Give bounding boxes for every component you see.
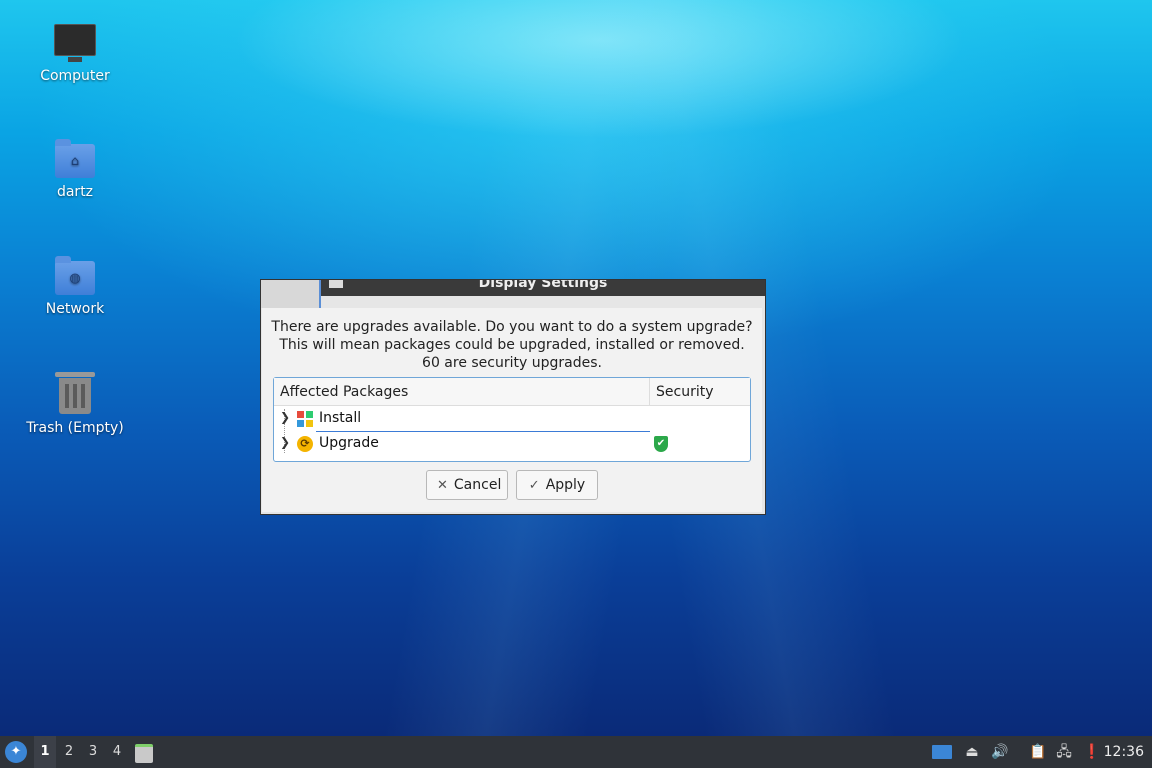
table-row-install[interactable]: ❯ Install	[274, 407, 750, 432]
apply-button-label: Apply	[545, 477, 586, 493]
desktop-icon-label: Network	[45, 301, 105, 317]
workspace-2[interactable]: 2	[58, 736, 80, 768]
close-icon: ✕	[437, 478, 448, 493]
upgrade-dialog: There are upgrades available. Do you wan…	[262, 308, 762, 512]
workspace-4[interactable]: 4	[106, 736, 128, 768]
window-menu-icon[interactable]	[329, 280, 343, 288]
window-side-panel	[261, 280, 321, 308]
column-header-affected-packages[interactable]: Affected Packages	[274, 378, 650, 406]
desktop-icon-home[interactable]: ⌂ dartz	[15, 139, 135, 200]
row-label: Install	[319, 410, 362, 426]
desktop-icon-label: Computer	[40, 68, 110, 84]
desktop-icon-trash[interactable]: Trash (Empty)	[15, 372, 135, 436]
network-icon[interactable]: 🖧	[1054, 742, 1074, 762]
upgrade-icon: ⟳	[297, 436, 313, 452]
column-header-security[interactable]: Security	[650, 378, 750, 406]
window-titlebar[interactable]: Display Settings	[321, 280, 765, 296]
checkmark-icon: ✓	[528, 478, 540, 493]
update-notifier-icon[interactable]: ❗	[1082, 742, 1102, 762]
expander-chevron-icon[interactable]: ❯	[280, 435, 292, 449]
desktop-icon-label: dartz	[56, 184, 94, 200]
install-icon	[297, 411, 313, 427]
home-folder-icon: ⌂	[55, 139, 95, 178]
workspace-1[interactable]: 1	[34, 736, 56, 768]
cancel-button-label: Cancel	[453, 477, 502, 493]
message-line: This will mean packages could be upgrade…	[279, 337, 745, 353]
taskbar: ✦ 1 2 3 4 ⏏ 🔊 📋 🖧 ❗ 12:36	[0, 736, 1152, 768]
show-desktop-icon[interactable]	[932, 742, 952, 762]
window-title: Display Settings	[478, 280, 608, 291]
desktop-icon-network[interactable]: ◍ Network	[15, 256, 135, 317]
message-line: 60 are security upgrades.	[422, 355, 602, 371]
eject-icon[interactable]: ⏏	[962, 742, 982, 762]
file-manager-launcher-icon[interactable]	[134, 742, 154, 763]
table-row-upgrade[interactable]: ❯ ⟳ Upgrade ✔	[274, 432, 750, 457]
dialog-message: There are upgrades available. Do you wan…	[262, 318, 762, 372]
clipboard-icon[interactable]: 📋	[1028, 742, 1048, 762]
row-label: Upgrade	[319, 435, 379, 451]
desktop-icon-computer[interactable]: Computer	[15, 24, 135, 84]
expander-chevron-icon[interactable]: ❯	[280, 410, 292, 424]
desktop-icon-label: Trash (Empty)	[26, 420, 124, 436]
trash-icon	[55, 372, 95, 414]
computer-icon	[54, 24, 96, 62]
message-line: There are upgrades available. Do you wan…	[271, 319, 753, 335]
cancel-button[interactable]: ✕ Cancel	[426, 470, 508, 500]
clock[interactable]: 12:36	[1104, 736, 1144, 768]
workspace-3[interactable]: 3	[82, 736, 104, 768]
volume-icon[interactable]: 🔊	[990, 742, 1010, 762]
affected-packages-table[interactable]: Affected Packages Security ❯ Install ❯ ⟳…	[273, 377, 751, 462]
network-folder-icon: ◍	[55, 256, 95, 295]
apply-button[interactable]: ✓ Apply	[516, 470, 598, 500]
start-menu-icon[interactable]: ✦	[5, 741, 27, 763]
shield-icon: ✔	[654, 436, 668, 452]
